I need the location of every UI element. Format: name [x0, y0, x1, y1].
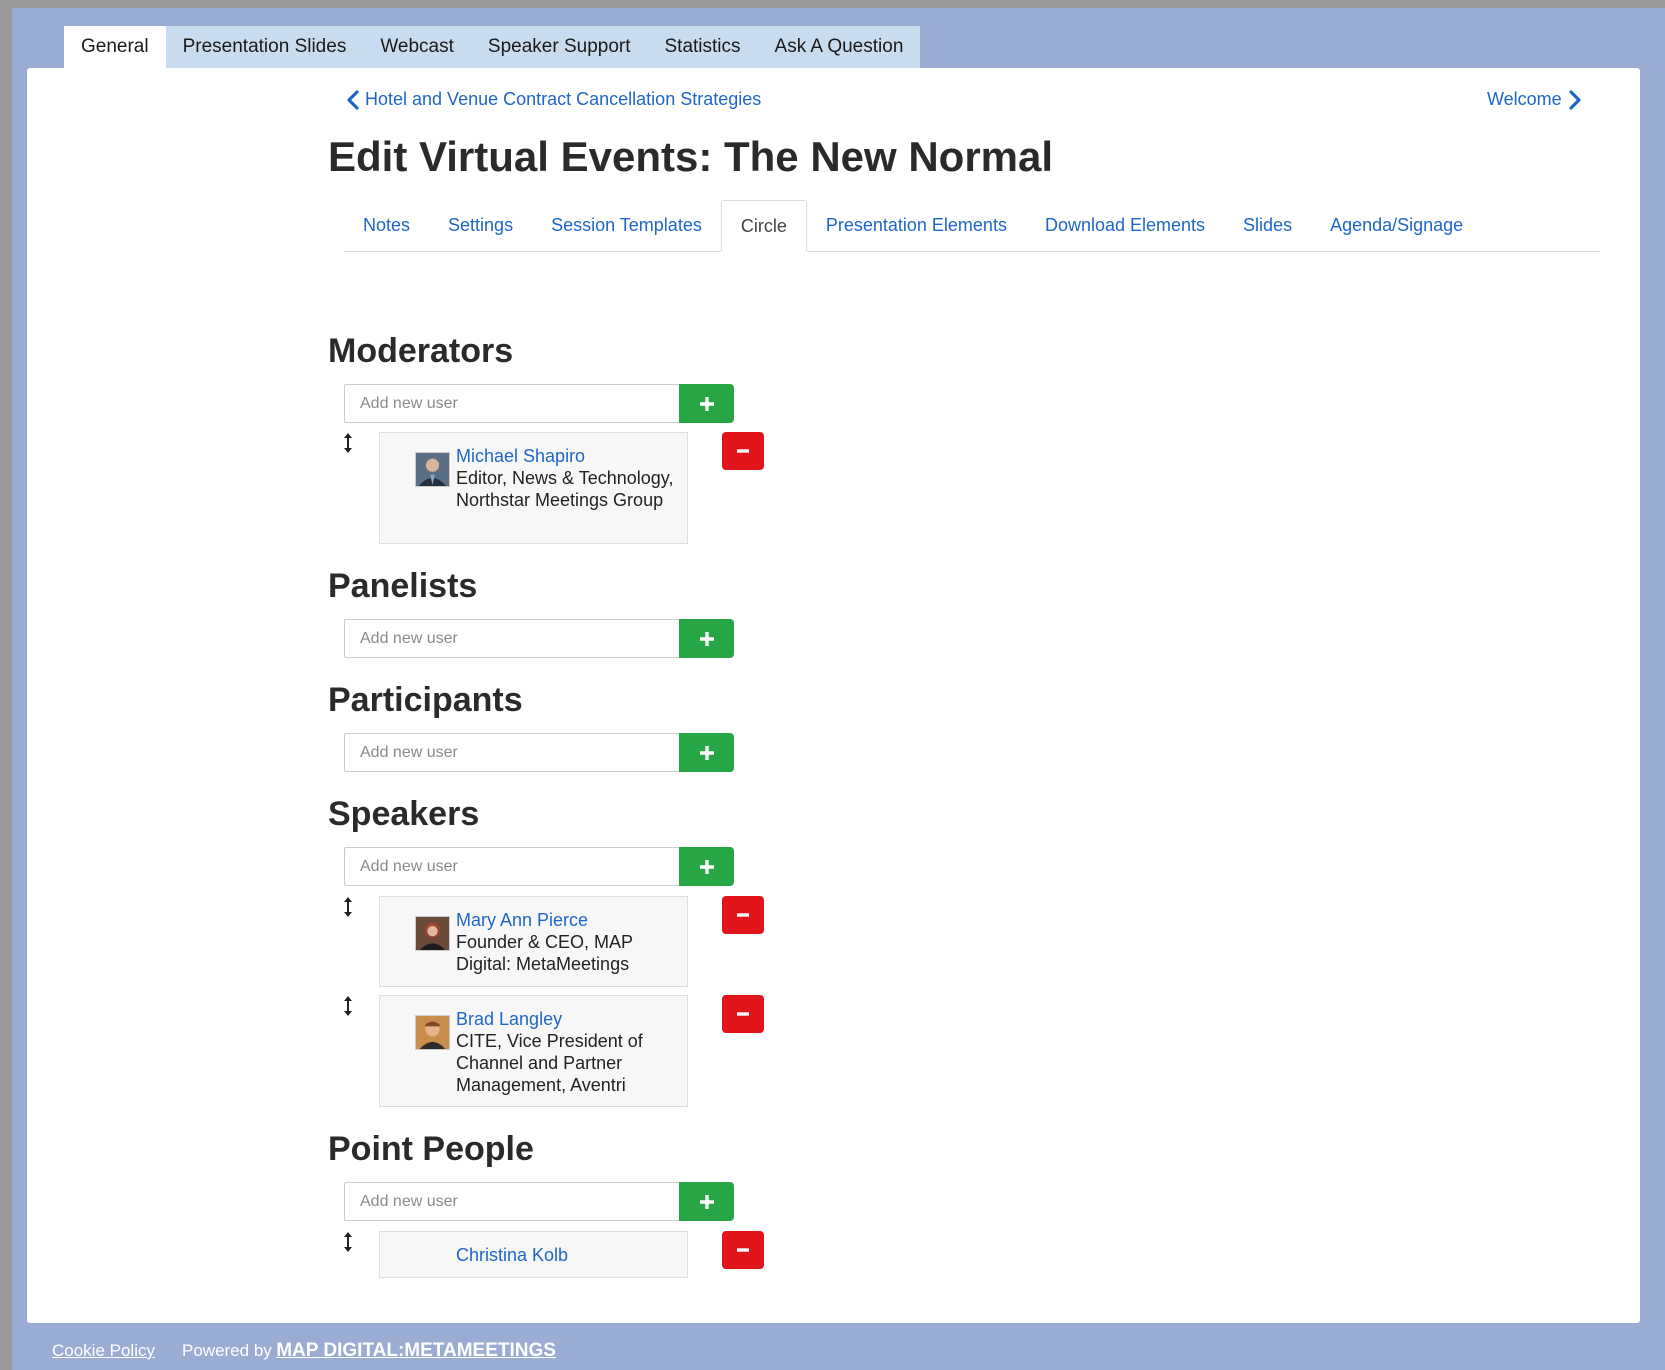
avatar	[415, 916, 450, 951]
remove-point-person-button[interactable]	[722, 1231, 764, 1269]
footer: Cookie Policy Powered by MAP DIGITAL:MET…	[52, 1340, 556, 1362]
speakers-add-row	[344, 847, 734, 886]
panelists-add-user-button[interactable]	[679, 619, 734, 658]
user-name-link[interactable]: Michael Shapiro	[456, 445, 675, 467]
tab-slides[interactable]: Slides	[1224, 200, 1311, 251]
top-tab-speaker-support[interactable]: Speaker Support	[471, 26, 648, 68]
page-title: Edit Virtual Events: The New Normal	[328, 133, 1054, 180]
previous-session-link[interactable]: Hotel and Venue Contract Cancellation St…	[346, 89, 761, 110]
remove-speaker-button[interactable]	[722, 995, 764, 1033]
speakers-heading: Speakers	[328, 795, 480, 833]
panelists-heading: Panelists	[328, 567, 478, 605]
point-people-heading: Point People	[328, 1130, 534, 1168]
tab-circle[interactable]: Circle	[720, 200, 807, 252]
speakers-add-user-button[interactable]	[679, 847, 734, 886]
user-title: Editor, News & Technology, Northstar Mee…	[456, 468, 674, 510]
tab-presentation-elements[interactable]: Presentation Elements	[807, 200, 1026, 251]
chevron-right-icon	[1569, 89, 1581, 110]
next-session-label: Welcome	[1487, 89, 1562, 109]
participants-add-row	[344, 733, 734, 772]
minus-icon	[737, 1248, 749, 1252]
moderators-add-row	[344, 384, 734, 423]
speakers-add-user-input[interactable]	[344, 847, 679, 886]
remove-speaker-button[interactable]	[722, 896, 764, 934]
minus-icon	[737, 1012, 749, 1016]
top-tab-statistics[interactable]: Statistics	[648, 26, 758, 68]
plus-icon	[699, 631, 714, 646]
top-tab-webcast[interactable]: Webcast	[363, 26, 471, 68]
avatar	[415, 452, 450, 487]
participants-add-user-button[interactable]	[679, 733, 734, 772]
tab-download-elements[interactable]: Download Elements	[1026, 200, 1224, 251]
drag-handle-icon[interactable]	[341, 1231, 355, 1253]
user-title: Founder & CEO, MAP Digital: MetaMeetings	[456, 932, 633, 974]
point-people-add-user-button[interactable]	[679, 1182, 734, 1221]
top-tab-presentation-slides[interactable]: Presentation Slides	[166, 26, 364, 68]
powered-by-label: Powered by	[182, 1341, 272, 1360]
user-name-link[interactable]: Mary Ann Pierce	[456, 909, 675, 931]
top-tab-general[interactable]: General	[64, 26, 166, 68]
minus-icon	[737, 913, 749, 917]
drag-handle-icon[interactable]	[341, 432, 355, 454]
minus-icon	[737, 449, 749, 453]
user-name-link[interactable]: Christina Kolb	[456, 1244, 675, 1266]
moderators-add-user-button[interactable]	[679, 384, 734, 423]
speaker-card-mary-ann-pierce: Mary Ann Pierce Founder & CEO, MAP Digit…	[379, 896, 688, 987]
top-tab-bar: General Presentation Slides Webcast Spea…	[64, 26, 921, 68]
brand-link[interactable]: MAP DIGITAL:METAMEETINGS	[276, 1340, 556, 1361]
next-session-link[interactable]: Welcome	[1487, 89, 1582, 110]
cookie-policy-link[interactable]: Cookie Policy	[52, 1341, 155, 1361]
top-tab-ask-a-question[interactable]: Ask A Question	[758, 26, 921, 68]
powered-by-text: Powered by MAP DIGITAL:METAMEETINGS	[182, 1340, 556, 1362]
plus-icon	[699, 859, 714, 874]
drag-handle-icon[interactable]	[341, 896, 355, 918]
session-edit-tabs: Notes Settings Session Templates Circle …	[344, 200, 1600, 252]
tab-session-templates[interactable]: Session Templates	[532, 200, 721, 251]
user-name-link[interactable]: Brad Langley	[456, 1008, 675, 1030]
moderators-add-user-input[interactable]	[344, 384, 679, 423]
plus-icon	[699, 745, 714, 760]
speaker-card-brad-langley: Brad Langley CITE, Vice President of Cha…	[379, 995, 688, 1107]
chevron-left-icon	[347, 89, 359, 110]
plus-icon	[699, 396, 714, 411]
main-panel	[27, 68, 1640, 1323]
remove-moderator-button[interactable]	[722, 432, 764, 470]
tab-agenda-signage[interactable]: Agenda/Signage	[1311, 200, 1482, 251]
point-people-add-row	[344, 1182, 734, 1221]
avatar	[415, 1015, 450, 1050]
participants-add-user-input[interactable]	[344, 733, 679, 772]
tab-notes[interactable]: Notes	[344, 200, 429, 251]
panelists-add-row	[344, 619, 734, 658]
user-title: CITE, Vice President of Channel and Part…	[456, 1031, 643, 1095]
point-person-card-christina-kolb: Christina Kolb	[379, 1231, 688, 1278]
point-people-add-user-input[interactable]	[344, 1182, 679, 1221]
moderator-card-michael-shapiro: Michael Shapiro Editor, News & Technolog…	[379, 432, 688, 544]
panelists-add-user-input[interactable]	[344, 619, 679, 658]
participants-heading: Participants	[328, 681, 523, 719]
moderators-heading: Moderators	[328, 332, 514, 370]
plus-icon	[699, 1194, 714, 1209]
tab-settings[interactable]: Settings	[429, 200, 532, 251]
drag-handle-icon[interactable]	[341, 995, 355, 1017]
previous-session-label: Hotel and Venue Contract Cancellation St…	[365, 89, 762, 109]
